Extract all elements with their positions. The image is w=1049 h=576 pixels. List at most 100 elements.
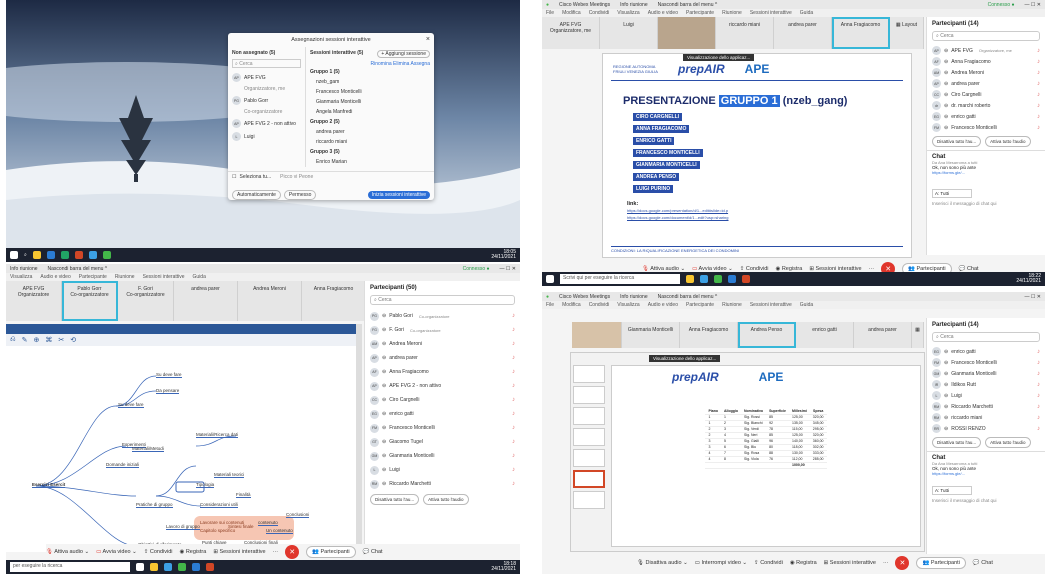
session-group[interactable]: Gruppo 3 (5) <box>306 147 434 157</box>
menu-item[interactable]: Visualizza <box>617 302 639 308</box>
microphone-muted-icon[interactable]: ♪ <box>1037 371 1040 377</box>
add-session-button[interactable]: + Aggiungi sessione <box>377 50 430 58</box>
microphone-muted-icon[interactable]: ♪ <box>512 467 515 473</box>
excel-icon[interactable] <box>60 251 69 259</box>
microphone-muted-icon[interactable]: ♪ <box>1037 48 1040 54</box>
menu-item[interactable]: File <box>546 302 554 308</box>
menu-item[interactable]: Condividi <box>589 302 610 308</box>
unmute-all-button[interactable]: Attiva tutto l'audio <box>985 437 1031 448</box>
participant-row[interactable]: dr ⊖ dr. marchi roberto ♪ <box>927 100 1045 111</box>
slide-thumbnail[interactable] <box>573 365 605 383</box>
layout-button[interactable]: ▦ Layout <box>890 17 924 49</box>
menu-item[interactable]: Sessioni interattive <box>750 10 792 16</box>
microphone-muted-icon[interactable]: ♪ <box>1037 70 1040 76</box>
word-icon[interactable] <box>192 563 200 571</box>
chat-input[interactable]: Inserisci il messaggio di chat qui <box>932 201 1040 206</box>
window-controls[interactable]: — ☐ ✕ <box>500 266 516 272</box>
participant-row[interactable]: L ⊖ Luigi ♪ <box>365 463 520 477</box>
video-tile[interactable]: riccardo miani <box>716 17 774 49</box>
menu-item[interactable]: Riunione <box>722 10 742 16</box>
menu-item[interactable]: Riunione <box>722 302 742 308</box>
session-member[interactable]: riccardo miani <box>306 137 434 147</box>
chat-button[interactable]: 💬 Chat <box>973 560 993 566</box>
video-tile-active[interactable]: Pablo Gorr Co-organizzatore <box>62 281 118 321</box>
more-icon[interactable]: ··· <box>883 560 889 566</box>
menu-item[interactable]: Partecipante <box>79 274 107 280</box>
session-member[interactable]: nzeb_gam <box>306 77 434 87</box>
mindmap-node[interactable]: Domande iniziali <box>106 462 140 468</box>
video-tile-active[interactable]: Anna Fragiacomo <box>832 17 890 49</box>
video-tile[interactable]: Anna Fragiacomo <box>680 322 738 348</box>
menu-item[interactable]: Condividi <box>589 10 610 16</box>
video-button[interactable]: ▭ Avvia video ⌄ <box>96 549 137 555</box>
menu-item[interactable]: File <box>546 10 554 16</box>
end-call-button[interactable]: ✕ <box>285 545 300 559</box>
participant-row[interactable]: CC ⊖ Ciro Cargnelli ♪ <box>365 393 520 407</box>
slide-thumbnail[interactable] <box>573 407 605 425</box>
word-icon[interactable] <box>46 251 55 259</box>
toolbar-icon[interactable]: ⌘ <box>45 336 52 344</box>
session-group[interactable]: Gruppo 1 (5) <box>306 67 434 77</box>
session-member[interactable]: Francesco Monticelli <box>306 87 434 97</box>
layout-button[interactable]: ▦ <box>912 322 924 348</box>
slide-thumbnail[interactable] <box>573 386 605 404</box>
folder-icon[interactable] <box>32 251 41 259</box>
participant-row[interactable]: AP ⊖ andrea parer ♪ <box>927 78 1045 89</box>
manual-button[interactable]: Permesso <box>283 190 317 200</box>
microphone-muted-icon[interactable]: ♪ <box>1037 360 1040 366</box>
participant-search-input[interactable]: ⌕ Cerca <box>370 295 515 305</box>
menu-item[interactable]: Guida <box>800 302 813 308</box>
mindmap-node[interactable]: Finalità <box>236 492 251 498</box>
word-icon[interactable] <box>728 275 736 283</box>
participant-row[interactable]: GM ⊖ Gianmaria Monticelli ♪ <box>365 449 520 463</box>
video-tile[interactable]: enrico gatti <box>796 322 854 348</box>
microphone-muted-icon[interactable]: ♪ <box>1037 415 1040 421</box>
mindmap-node[interactable]: Su deve fare <box>118 402 144 408</box>
menu-item[interactable]: Riunione <box>115 274 135 280</box>
session-member[interactable]: Gianmaria Monticelli <box>306 97 434 107</box>
record-button[interactable]: ◉ Registra <box>790 560 817 566</box>
microphone-muted-icon[interactable]: ♪ <box>512 453 515 459</box>
end-call-button[interactable]: ✕ <box>895 556 910 570</box>
chrome-icon[interactable] <box>700 275 708 283</box>
menu-item[interactable]: Visualizza <box>10 274 32 280</box>
microphone-muted-icon[interactable]: ♪ <box>1037 125 1040 131</box>
breakout-button[interactable]: ⊞ Sessioni interattive <box>824 560 876 566</box>
video-tile[interactable]: Andrea Meroni <box>238 281 302 321</box>
mute-all-button[interactable]: Disattiva tutto l'au... <box>932 437 982 448</box>
more-icon[interactable]: ··· <box>273 549 279 555</box>
participant-row[interactable]: AM ⊖ Andrea Meroni ♪ <box>927 67 1045 78</box>
menu-item[interactable]: Sessioni interattive <box>143 274 185 280</box>
participant-row[interactable]: RR ⊖ ROSSI RENZO ♪ <box>927 423 1045 434</box>
participant-row[interactable]: IR ⊖ Ildikos Rutt ♪ <box>927 379 1045 390</box>
participant-row[interactable]: EG ⊖ enrico gatti ♪ <box>927 111 1045 122</box>
menu-item[interactable]: Audio e video <box>648 10 678 16</box>
mindmap-node[interactable]: Materiali teorici <box>214 472 245 478</box>
microphone-muted-icon[interactable]: ♪ <box>1037 349 1040 355</box>
mute-button[interactable]: 🎙 Attiva audio ⌄ <box>46 549 89 555</box>
powerpoint-icon[interactable] <box>74 251 83 259</box>
participant-row[interactable]: GM ⊖ Gianmaria Monticelli ♪ <box>927 368 1045 379</box>
window-controls[interactable]: — ☐ ✕ <box>1025 294 1041 300</box>
video-tile[interactable]: APE FVG Organizzatore, me <box>542 17 600 49</box>
mindmap-node[interactable]: Lavoro di gruppo <box>166 524 200 530</box>
participants-button[interactable]: 👥 Partecipanti <box>916 557 966 569</box>
chat-link[interactable]: https://forms.gle/... <box>932 471 1040 476</box>
taskbar-search[interactable]: per eseguire la ricerca <box>10 562 130 572</box>
webex-icon[interactable] <box>178 563 186 571</box>
menu-item[interactable]: Guida <box>193 274 206 280</box>
list-item[interactable]: L Luigi <box>228 130 305 143</box>
mindmap-root-node[interactable]: Esercizi Esercit <box>32 482 66 488</box>
participant-row[interactable]: AF ⊖ Anna Fragiacomo ♪ <box>927 56 1045 67</box>
mindmap-node[interactable]: Tipologia <box>196 482 215 488</box>
mindmap-node[interactable]: Su deve fare <box>156 372 182 378</box>
participant-row[interactable]: RM ⊖ Riccardo Marchetti ♪ <box>927 401 1045 412</box>
microphone-muted-icon[interactable]: ♪ <box>1037 103 1040 109</box>
mindmap-node[interactable]: Considerazioni utili <box>200 502 238 508</box>
microphone-muted-icon[interactable]: ♪ <box>1037 426 1040 432</box>
menu-item[interactable]: Modifica <box>562 10 581 16</box>
mindmap-node[interactable]: Pratiche di gruppo <box>136 502 173 508</box>
participant-row[interactable]: L ⊖ Luigi ♪ <box>927 390 1045 401</box>
automatic-button[interactable]: Automaticamente <box>232 190 281 200</box>
participant-row[interactable]: AP ⊖ APE FVG Organizzatore, me ♪ <box>927 45 1045 56</box>
